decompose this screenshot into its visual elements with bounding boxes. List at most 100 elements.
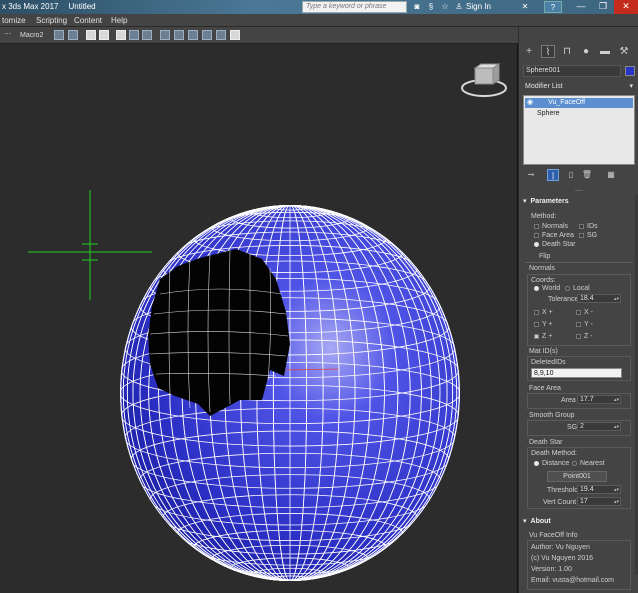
minimize-button[interactable]: — — [570, 0, 592, 14]
spinner-arrows-icon[interactable]: ▴▾ — [614, 486, 619, 494]
pick-point-button[interactable]: Point001 — [547, 471, 607, 482]
distance-radio[interactable] — [534, 461, 539, 466]
threshold-spinner[interactable]: 19.4 ▴▾ — [577, 485, 621, 494]
macro-button[interactable]: Macro2 — [20, 30, 46, 41]
drag-handle[interactable] — [575, 190, 583, 191]
threshold-label: Threshold — [547, 487, 579, 494]
motion-tab-icon[interactable]: ● — [579, 45, 593, 58]
tool-13-icon[interactable] — [230, 30, 240, 40]
object-color-swatch[interactable] — [625, 66, 635, 76]
hierarchy-tab-icon[interactable]: ⊓ — [560, 45, 574, 58]
parameters-rollout-header[interactable]: ▾ Parameters — [523, 196, 635, 208]
point-helper-gizmo[interactable] — [28, 190, 152, 300]
star-icon[interactable]: ☆ — [440, 2, 450, 12]
subscription-icon[interactable]: § — [426, 2, 436, 12]
eye-icon[interactable]: ◉ — [527, 99, 533, 106]
local-label: Local — [573, 285, 590, 292]
x-plus-label: X + — [542, 309, 553, 316]
menu-content[interactable]: Content — [74, 16, 102, 25]
modify-tab-icon[interactable]: ⌇ — [541, 45, 555, 58]
sign-in-link[interactable]: Sign In — [466, 2, 491, 11]
command-panel-tabs: + ⌇ ⊓ ● ▬ ⚒ — [519, 43, 638, 60]
sg-radio[interactable] — [579, 233, 584, 238]
ids-label: IDs — [587, 223, 598, 230]
menu-scripting[interactable]: Scripting — [36, 16, 67, 25]
tool-3-icon[interactable] — [86, 30, 96, 40]
show-end-result-icon[interactable]: | — [547, 169, 559, 181]
menu-bar: tomize Scripting Content Help — [0, 14, 638, 27]
tool-5-icon[interactable] — [116, 30, 126, 40]
tool-4-icon[interactable] — [99, 30, 109, 40]
deleted-ids-field[interactable]: 8,9,10 — [531, 368, 622, 378]
sg-value: 2 — [580, 423, 584, 430]
vert-count-spinner[interactable]: 17 ▴▾ — [577, 497, 621, 506]
command-panel: + ⌇ ⊓ ● ▬ ⚒ Sphere001 Modifier List ▾ ◉ … — [519, 27, 638, 593]
caret-down-icon: ▾ — [523, 518, 527, 525]
spinner-arrows-icon[interactable]: ▴▾ — [614, 423, 619, 431]
help-button[interactable]: ? — [544, 1, 562, 13]
stack-buttons: ⊸ | ▯ 🗑 ▦ — [523, 169, 635, 183]
tool-11-icon[interactable] — [202, 30, 212, 40]
matid-group-label: Mat ID(s) — [529, 348, 558, 355]
vert-count-value: 17 — [580, 498, 588, 505]
viewport-canvas[interactable] — [0, 44, 518, 593]
tolerance-spinner[interactable]: 18.4 ▴▾ — [577, 294, 621, 303]
method-label: Method: — [531, 213, 557, 220]
menu-help[interactable]: Help — [111, 16, 127, 25]
spinner-arrows-icon[interactable]: ▴▾ — [614, 498, 619, 506]
spinner-arrows-icon[interactable]: ▴▾ — [614, 295, 619, 303]
restore-button[interactable]: ❐ — [592, 0, 614, 14]
divider — [525, 262, 633, 263]
menu-customize[interactable]: tomize — [2, 16, 26, 25]
pin-stack-icon[interactable]: ⊸ — [525, 169, 537, 181]
tool-9-icon[interactable] — [174, 30, 184, 40]
flip-checkbox[interactable]: Flip — [539, 252, 550, 261]
search-input[interactable]: Type a keyword or phrase — [302, 1, 407, 13]
tool-2-icon[interactable] — [68, 30, 78, 40]
ids-radio[interactable] — [579, 224, 584, 229]
version-text: Version: 1.00 — [531, 566, 572, 573]
object-name-field[interactable]: Sphere001 — [523, 65, 621, 77]
tool-1-icon[interactable] — [54, 30, 64, 40]
user-icon: ♙ — [455, 2, 463, 11]
face-area-radio[interactable] — [534, 233, 539, 238]
area-label: Area — [561, 397, 576, 404]
y-minus-checkbox[interactable] — [576, 322, 581, 327]
tool-10-icon[interactable] — [188, 30, 198, 40]
remove-modifier-icon[interactable]: 🗑 — [581, 169, 593, 181]
stack-item-sphere[interactable]: Sphere — [525, 109, 633, 119]
normals-radio[interactable] — [534, 224, 539, 229]
display-tab-icon[interactable]: ▬ — [598, 45, 612, 58]
world-radio[interactable] — [534, 286, 539, 291]
modifier-list-dropdown[interactable]: Modifier List ▾ — [523, 82, 635, 94]
about-rollout-header[interactable]: ▾ About — [523, 516, 635, 528]
x-plus-checkbox[interactable] — [534, 310, 539, 315]
tool-6-icon[interactable] — [129, 30, 139, 40]
tool-12-icon[interactable] — [216, 30, 226, 40]
viewcube[interactable] — [461, 63, 507, 97]
x-minus-checkbox[interactable] — [576, 310, 581, 315]
modifier-stack[interactable]: ◉ Vu_FaceOff Sphere — [523, 95, 635, 165]
tool-7-icon[interactable] — [142, 30, 152, 40]
stack-item-vu-faceoff[interactable]: ◉ Vu_FaceOff — [525, 98, 633, 108]
local-radio[interactable] — [565, 286, 570, 291]
area-spinner[interactable]: 17.7 ▴▾ — [577, 395, 621, 404]
perspective-viewport[interactable] — [0, 44, 518, 593]
spinner-arrows-icon[interactable]: ▴▾ — [614, 396, 619, 404]
z-plus-checkbox[interactable] — [534, 334, 539, 339]
make-unique-icon[interactable]: ▯ — [565, 169, 577, 181]
create-tab-icon[interactable]: + — [522, 45, 536, 58]
sg-spinner[interactable]: 2 ▴▾ — [577, 422, 621, 431]
tool-8-icon[interactable] — [160, 30, 170, 40]
death-star-radio[interactable] — [534, 242, 539, 247]
main-toolbar: ⋯ Macro2 — [0, 27, 518, 44]
configure-sets-icon[interactable]: ▦ — [605, 169, 617, 181]
y-minus-label: Y - — [584, 321, 593, 328]
nearest-radio[interactable] — [572, 461, 577, 466]
z-minus-checkbox[interactable] — [576, 334, 581, 339]
utilities-tab-icon[interactable]: ⚒ — [617, 45, 631, 58]
y-plus-checkbox[interactable] — [534, 322, 539, 327]
exchange-icon[interactable]: ✕ — [520, 2, 530, 12]
close-button[interactable]: ✕ — [614, 0, 638, 14]
binoculars-icon[interactable]: ◙ — [412, 2, 422, 12]
